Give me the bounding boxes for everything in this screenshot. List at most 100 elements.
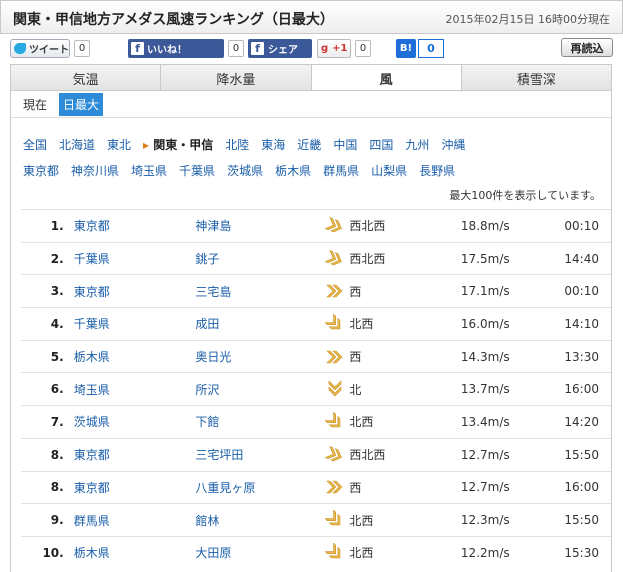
reload-button[interactable]: 再読込 xyxy=(561,38,613,57)
category-tabs: 気温 降水量 風 積雪深 xyxy=(10,64,612,92)
prefecture-link[interactable]: 茨城県 xyxy=(227,162,263,179)
region-link[interactable]: 四国 xyxy=(369,136,393,153)
station-link[interactable]: 下館 xyxy=(195,406,325,439)
rank-number: 1. xyxy=(50,218,64,233)
region-row-areas: 全国北海道東北関東・甲信北陸東海近畿中国四国九州沖縄 xyxy=(23,131,603,157)
wind-speed: 18.8m/s xyxy=(460,218,510,233)
tab-wind[interactable]: 風 xyxy=(311,65,462,92)
prefecture-link[interactable]: 埼玉県 xyxy=(131,162,167,179)
station-link[interactable]: 三宅島 xyxy=(195,275,325,308)
observed-time: 15:50 xyxy=(564,513,599,528)
subtab-daily-max[interactable]: 日最大 xyxy=(59,92,104,116)
datetime-label: 2015年02月15日 16時00分現在 xyxy=(445,13,610,26)
prefecture-link[interactable]: 千葉県 xyxy=(74,308,196,341)
prefecture-link[interactable]: 東京都 xyxy=(23,162,59,179)
wind-speed: 12.2m/s xyxy=(460,545,510,560)
table-row: 9. 群馬県 館林 北西 12.3m/s 15:50 xyxy=(21,503,611,537)
region-row-prefectures: 東京都 神奈川県 埼玉県 千葉県 茨城県 栃木県 群馬県 山梨県 長野県 xyxy=(23,157,603,183)
region-link[interactable]: 近畿 xyxy=(297,136,321,153)
wind-direction: 北西 xyxy=(349,317,374,332)
observed-time: 15:50 xyxy=(564,447,599,462)
gplus-widget: g +1 0 xyxy=(317,38,371,58)
observed-time: 14:10 xyxy=(564,316,599,331)
prefecture-link[interactable]: 栃木県 xyxy=(74,536,196,569)
region-link[interactable]: 東北 xyxy=(107,136,131,153)
hatena-widget: B! 0 xyxy=(396,38,444,58)
rank-number: 7. xyxy=(50,414,64,429)
wind-direction: 北西 xyxy=(349,415,374,430)
station-link[interactable]: 三宅坪田 xyxy=(195,438,325,471)
tab-temperature[interactable]: 気温 xyxy=(11,65,162,91)
prefecture-link[interactable]: 埼玉県 xyxy=(74,373,196,406)
table-row: 1. 東京都 神津島 西北西 18.8m/s 00:10 xyxy=(21,209,611,243)
prefecture-link[interactable]: 長野県 xyxy=(419,162,455,179)
tab-snow-depth[interactable]: 積雪深 xyxy=(461,65,611,91)
observed-time: 16:00 xyxy=(564,382,599,397)
station-link[interactable]: 神津島 xyxy=(195,210,325,243)
station-link[interactable]: 成田 xyxy=(195,308,325,341)
page-title: 関東・甲信地方アメダス風速ランキング（日最大） xyxy=(13,12,334,28)
region-link[interactable]: 北陸 xyxy=(225,136,249,153)
region-link[interactable]: 北海道 xyxy=(59,136,95,153)
prefecture-link[interactable]: 群馬県 xyxy=(74,504,196,537)
prefecture-link[interactable]: 千葉県 xyxy=(74,242,196,275)
like-button[interactable]: f いいね！ xyxy=(128,38,224,58)
wind-direction: 西 xyxy=(349,480,362,495)
prefecture-link[interactable]: 茨城県 xyxy=(74,406,196,439)
rank-number: 9. xyxy=(50,513,64,528)
observed-time: 00:10 xyxy=(564,284,599,299)
wind-direction-icon xyxy=(325,242,349,275)
prefecture-link[interactable]: 東京都 xyxy=(74,275,196,308)
wind-speed: 16.0m/s xyxy=(460,316,510,331)
hatena-bookmark-button[interactable]: B! xyxy=(396,38,416,58)
prefecture-link[interactable]: 群馬県 xyxy=(323,162,359,179)
like-widget: f いいね！ 0 xyxy=(128,38,244,58)
region-link[interactable]: 全国 xyxy=(23,136,47,153)
wind-speed: 17.1m/s xyxy=(460,284,510,299)
gplus-button[interactable]: g +1 xyxy=(317,38,351,58)
prefecture-link[interactable]: 栃木県 xyxy=(74,340,196,373)
region-link[interactable]: 東海 xyxy=(261,136,285,153)
rank-number: 4. xyxy=(50,316,64,331)
station-link[interactable]: 大田原 xyxy=(195,536,325,569)
wind-direction-icon xyxy=(325,308,349,341)
table-row: 6. 埼玉県 所沢 北 13.7m/s 16:00 xyxy=(21,372,611,406)
prefecture-link[interactable]: 栃木県 xyxy=(275,162,311,179)
prefecture-link[interactable]: 山梨県 xyxy=(371,162,407,179)
share-label: シェア xyxy=(268,44,298,56)
tab-precipitation[interactable]: 降水量 xyxy=(161,65,312,91)
station-link[interactable]: 館林 xyxy=(195,504,325,537)
subtab-current[interactable]: 現在 xyxy=(19,93,51,116)
wind-direction: 北西 xyxy=(349,513,374,528)
wind-speed: 17.5m/s xyxy=(460,251,510,266)
station-link[interactable]: 銚子 xyxy=(195,242,325,275)
region-link-selected: 関東・甲信 xyxy=(143,136,213,153)
wind-direction: 西北西 xyxy=(349,252,386,267)
prefecture-link[interactable]: 東京都 xyxy=(74,471,196,504)
gplus-count: 0 xyxy=(355,39,371,57)
table-row: 8. 東京都 三宅坪田 西北西 12.7m/s 15:50 xyxy=(21,438,611,471)
prefecture-link[interactable]: 東京都 xyxy=(74,438,196,471)
gplus-label: +1 xyxy=(332,42,348,54)
prefecture-link[interactable]: 神奈川県 xyxy=(71,162,119,179)
observed-time: 16:00 xyxy=(564,480,599,495)
region-link[interactable]: 九州 xyxy=(405,136,429,153)
wind-speed: 12.7m/s xyxy=(460,480,510,495)
tweet-button[interactable]: ツイート xyxy=(10,38,70,58)
wind-direction-icon xyxy=(325,373,349,406)
prefecture-link[interactable]: 千葉県 xyxy=(179,162,215,179)
page-header: 関東・甲信地方アメダス風速ランキング（日最大） 2015年02月15日 16時0… xyxy=(0,0,623,34)
station-link[interactable]: 八重見ヶ原 xyxy=(195,471,325,504)
hatena-count: 0 xyxy=(418,38,444,58)
subtab-bar: 現在 日最大 xyxy=(11,91,611,118)
station-link[interactable]: 奥日光 xyxy=(195,340,325,373)
region-link[interactable]: 沖縄 xyxy=(441,136,465,153)
region-link[interactable]: 中国 xyxy=(333,136,357,153)
tweet-widget: ツイート 0 xyxy=(10,38,90,58)
share-button[interactable]: f シェア xyxy=(248,38,312,58)
station-link[interactable]: 所沢 xyxy=(195,373,325,406)
gplus-icon: g xyxy=(321,42,329,54)
table-row: 10. 栃木県 大田原 北西 12.2m/s 15:30 xyxy=(21,536,611,570)
content-panel: 現在 日最大 全国北海道東北関東・甲信北陸東海近畿中国四国九州沖縄 東京都神奈川… xyxy=(10,90,612,572)
prefecture-link[interactable]: 東京都 xyxy=(74,210,196,243)
